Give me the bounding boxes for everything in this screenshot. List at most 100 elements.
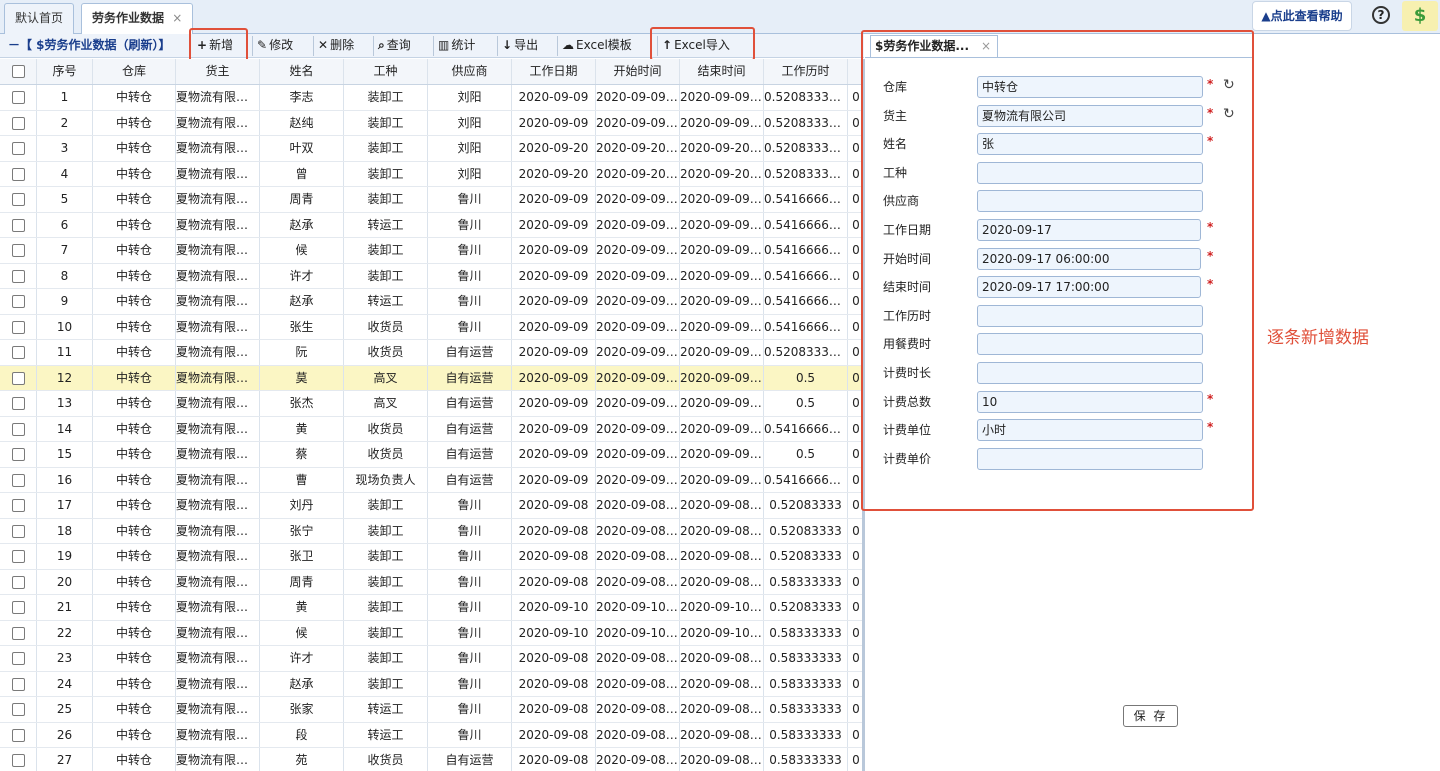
table-row[interactable]: 23 中转仓 夏物流有限公司 许才 装卸工 鲁川 2020-09-08 2020-09-08 … bbox=[0, 646, 864, 672]
header-cell[interactable]: 序号 bbox=[37, 59, 93, 84]
row-checkbox[interactable] bbox=[11, 244, 25, 257]
header-cell[interactable]: 工作历时 bbox=[764, 59, 848, 84]
save-button[interactable]: 保 存 bbox=[1123, 705, 1178, 727]
table-row[interactable]: 2 中转仓 夏物流有限公司 赵纯 装卸工 刘阳 2020-09-09 2020-09-09 .… bbox=[0, 110, 864, 136]
table-row[interactable]: 16 中转仓 夏物流有限公司曹现场负责人 自有运营 2020-09-09 2020-09-… bbox=[0, 467, 864, 493]
table-row[interactable]: 25 中转仓 夏物流有限公司 张家 转运工 鲁川 2020-09-08 2020-09-08 … bbox=[0, 697, 864, 723]
table-row[interactable]: 26 中转仓 夏物流有限公司段转运工 鲁川 2020-09-08 2020-09-08 .… bbox=[0, 722, 864, 748]
excel-import-button[interactable]: ↑ Excel导入 bbox=[657, 36, 734, 56]
row-checkbox[interactable] bbox=[11, 448, 25, 461]
field-input[interactable] bbox=[977, 333, 1203, 356]
table-row[interactable]: 15 中转仓 夏物流有限公司蔡收货员 自有运营 2020-09-09 2020-09-09… bbox=[0, 442, 864, 468]
table-row[interactable]: 1 中转仓 夏物流有限公司 李志 装卸工 刘阳 2020-09-09 2020-09-09 .… bbox=[0, 85, 864, 111]
row-checkbox[interactable] bbox=[11, 575, 25, 589]
row-checkbox[interactable] bbox=[11, 397, 25, 410]
question-icon[interactable]: ? bbox=[1372, 6, 1390, 24]
tab-home[interactable]: 默认首页 bbox=[4, 3, 75, 34]
table-row[interactable]: 21 中转仓 夏物流有限公司黄装卸工 鲁川 2020-09-10 2020-09-10 .… bbox=[0, 595, 864, 621]
field-input[interactable]: 中转仓 bbox=[977, 76, 1203, 98]
close-icon[interactable]: × bbox=[172, 11, 182, 25]
header-cell[interactable]: 供应商 bbox=[428, 59, 512, 84]
row-checkbox[interactable] bbox=[11, 550, 25, 563]
table-row[interactable]: 14 中转仓 夏物流有限公司黄收货员 自有运营 2020-09-09 2020-09-09… bbox=[0, 416, 864, 442]
table-row[interactable]: 6 中转仓 夏物流有限公司 赵承 转运工 鲁川 2020-09-09 2020-09-09 .… bbox=[0, 212, 864, 238]
header-cell[interactable]: 货主 bbox=[176, 59, 260, 84]
row-checkbox[interactable] bbox=[11, 295, 25, 308]
field-input[interactable]: 2020-09-17 06:00:00 bbox=[977, 247, 1201, 270]
table-row[interactable]: 5 中转仓 夏物流有限公司 周青 装卸工 鲁川 2020-09-09 2020-09-09 .… bbox=[0, 187, 864, 213]
row-checkbox[interactable] bbox=[11, 652, 25, 665]
header-cell[interactable]: 工种 bbox=[344, 59, 428, 84]
field-input[interactable] bbox=[977, 161, 1203, 184]
field-input[interactable]: 小时 bbox=[977, 419, 1203, 442]
table-row[interactable]: 7 中转仓 夏物流有限公司候装卸工 鲁川 2020-09-09 2020-09-09 ..… bbox=[0, 238, 864, 264]
field-input[interactable] bbox=[977, 304, 1203, 327]
row-checkbox[interactable] bbox=[11, 346, 25, 359]
field-input[interactable]: 夏物流有限公司 bbox=[977, 104, 1203, 127]
panel-title[interactable]: －【 $劳务作业数据（刷新）】 bbox=[8, 34, 171, 58]
table-row[interactable]: 4 中转仓 夏物流有限公司曾装卸工 刘阳 2020-09-20 2020-09-20 ..… bbox=[0, 161, 864, 187]
row-checkbox[interactable] bbox=[11, 601, 25, 614]
row-checkbox[interactable] bbox=[11, 371, 25, 385]
row-checkbox[interactable] bbox=[11, 677, 25, 691]
table-row[interactable]: 18 中转仓 夏物流有限公司 张宁 装卸工 鲁川 2020-09-08 2020-09-08 … bbox=[0, 518, 864, 544]
table-row[interactable]: 13 中转仓 夏物流有限公司 张杰 高叉 自有运营 2020-09-09 2020-09-09… bbox=[0, 391, 864, 417]
header-cell[interactable]: 结束时间 bbox=[680, 59, 764, 84]
table-row[interactable]: 24 中转仓 夏物流有限公司 赵承 装卸工 鲁川 2020-09-08 2020-09-08 … bbox=[0, 671, 864, 697]
header-cell[interactable]: 姓名 bbox=[260, 59, 344, 84]
table-row[interactable]: 11 中转仓 夏物流有限公司阮收货员 自有运营 2020-09-09 2020-09-09… bbox=[0, 340, 864, 366]
select-all-checkbox[interactable] bbox=[11, 65, 25, 78]
form-tab[interactable]: $劳务作业数据... × bbox=[870, 35, 998, 57]
help-button[interactable]: ▲点此查看帮助 bbox=[1252, 1, 1352, 31]
field-input[interactable]: 2020-09-17 17:00:00 bbox=[977, 276, 1201, 299]
cell-warehouse: 中转仓 bbox=[93, 671, 176, 696]
delete-button[interactable]: ✕ 删除 bbox=[313, 36, 358, 56]
table-row[interactable]: 22 中转仓 夏物流有限公司候装卸工 鲁川 2020-09-10 2020-09-10 .… bbox=[0, 620, 864, 646]
add-button[interactable]: + 新增 bbox=[193, 36, 237, 56]
field-input[interactable]: 2020-09-17 bbox=[977, 219, 1201, 241]
row-checkbox[interactable] bbox=[11, 703, 25, 716]
row-checkbox[interactable] bbox=[11, 422, 25, 436]
field-input[interactable] bbox=[977, 190, 1203, 213]
table-row[interactable]: 17 中转仓 夏物流有限公司 刘丹 装卸工 鲁川 2020-09-08 2020-09-08 … bbox=[0, 493, 864, 519]
tab-labor-data[interactable]: 劳务作业数据 × bbox=[81, 3, 194, 35]
field-input[interactable]: 10 bbox=[977, 390, 1203, 413]
row-checkbox[interactable] bbox=[11, 728, 25, 742]
header-cell[interactable]: 仓库 bbox=[93, 59, 176, 84]
excel-template-button[interactable]: ☁ Excel模板 bbox=[557, 36, 636, 56]
field-input[interactable]: 张 bbox=[977, 133, 1203, 156]
close-icon[interactable]: × bbox=[981, 36, 991, 57]
edit-button[interactable]: ✎ 修改 bbox=[252, 36, 297, 56]
refresh-icon[interactable]: ↻ bbox=[1223, 77, 1235, 93]
table-row[interactable]: 10 中转仓 夏物流有限公司 张生 收货员 鲁川 2020-09-09 2020-09-09 … bbox=[0, 314, 864, 340]
row-checkbox[interactable] bbox=[11, 91, 25, 104]
money-icon[interactable]: $ bbox=[1402, 1, 1438, 31]
table-row[interactable]: 9 中转仓 夏物流有限公司 赵承 转运工 鲁川 2020-09-09 2020-09-09 .… bbox=[0, 289, 864, 315]
row-checkbox[interactable] bbox=[11, 142, 25, 155]
query-button[interactable]: ⌕ 查询 bbox=[373, 36, 415, 56]
field-input[interactable] bbox=[977, 362, 1203, 384]
export-button[interactable]: ↓ 导出 bbox=[497, 36, 542, 56]
table-row[interactable]: 20 中转仓 夏物流有限公司 周青 装卸工 鲁川 2020-09-08 2020-09-08 … bbox=[0, 569, 864, 595]
row-checkbox[interactable] bbox=[11, 193, 25, 206]
table-row[interactable]: 27 中转仓 夏物流有限公司苑收货员 自有运营 2020-09-08 2020-09-08… bbox=[0, 748, 864, 771]
row-checkbox[interactable] bbox=[11, 218, 25, 232]
table-row[interactable]: 12 中转仓 夏物流有限公司莫高叉 自有运营 2020-09-09 2020-09-09 … bbox=[0, 365, 864, 391]
refresh-icon[interactable]: ↻ bbox=[1223, 106, 1235, 122]
stats-button[interactable]: ▥ 统计 bbox=[433, 36, 479, 56]
row-checkbox[interactable] bbox=[11, 167, 25, 181]
row-checkbox[interactable] bbox=[11, 626, 25, 640]
field-input[interactable] bbox=[977, 447, 1203, 470]
header-cell[interactable]: 工作日期 bbox=[512, 59, 596, 84]
row-checkbox[interactable] bbox=[11, 116, 25, 130]
header-cell[interactable]: 开始时间 bbox=[596, 59, 680, 84]
table-row[interactable]: 8 中转仓 夏物流有限公司 许才 装卸工 鲁川 2020-09-09 2020-09-09 .… bbox=[0, 263, 864, 289]
row-checkbox[interactable] bbox=[11, 269, 25, 283]
row-checkbox[interactable] bbox=[11, 524, 25, 538]
table-row[interactable]: 3 中转仓 夏物流有限公司 叶双 装卸工 刘阳 2020-09-20 2020-09-20 .… bbox=[0, 136, 864, 162]
row-checkbox[interactable] bbox=[11, 499, 25, 512]
row-checkbox[interactable] bbox=[11, 754, 25, 767]
row-checkbox[interactable] bbox=[11, 473, 25, 487]
row-checkbox[interactable] bbox=[11, 320, 25, 334]
table-row[interactable]: 19 中转仓 夏物流有限公司 张卫 装卸工 鲁川 2020-09-08 2020-09-08 … bbox=[0, 544, 864, 570]
